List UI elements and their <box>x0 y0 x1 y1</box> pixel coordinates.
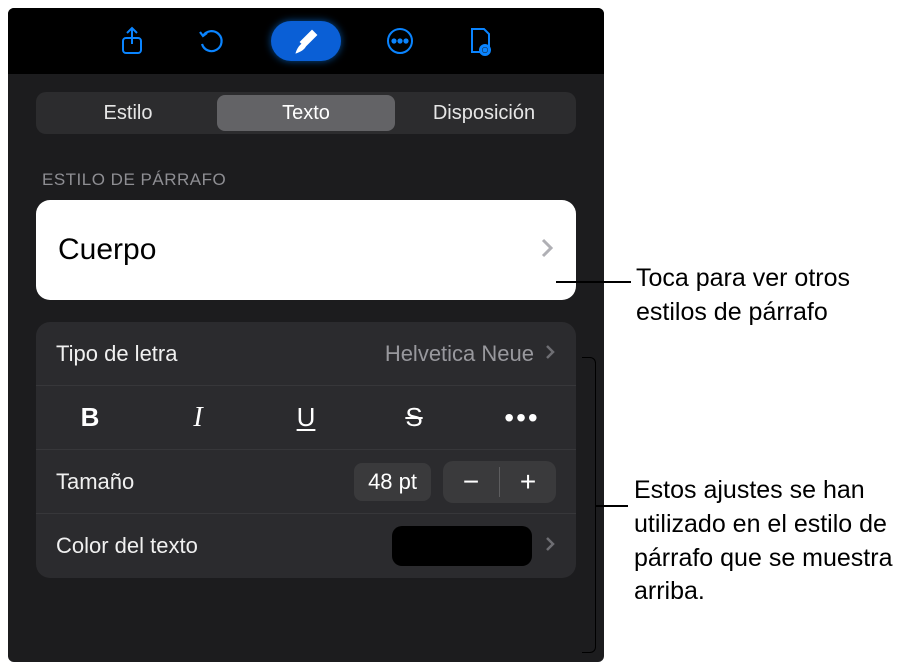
size-stepper: − + <box>443 461 556 503</box>
callout-bracket <box>582 357 596 653</box>
size-value[interactable]: 48 pt <box>354 463 431 501</box>
chevron-right-icon <box>544 533 556 559</box>
size-label: Tamaño <box>56 469 354 495</box>
font-value: Helvetica Neue <box>385 341 534 367</box>
text-settings-card: Tipo de letra Helvetica Neue B I U S •••… <box>36 322 576 578</box>
size-increase-button[interactable]: + <box>500 461 556 503</box>
more-icon[interactable] <box>379 20 421 62</box>
bold-button[interactable]: B <box>36 386 144 449</box>
more-format-button[interactable]: ••• <box>468 386 576 449</box>
callout-1: Toca para ver otros estilos de párrafo <box>636 262 906 330</box>
underline-button[interactable]: U <box>252 386 360 449</box>
paragraph-style-name: Cuerpo <box>58 233 156 267</box>
share-icon[interactable] <box>111 20 153 62</box>
font-label: Tipo de letra <box>56 341 385 367</box>
callout-2: Estos ajustes se han utilizado en el est… <box>634 474 910 609</box>
text-color-swatch[interactable] <box>392 526 532 566</box>
segmented-tabs-wrap: Estilo Texto Disposición <box>8 74 604 142</box>
text-color-row[interactable]: Color del texto <box>36 514 576 578</box>
paintbrush-icon[interactable] <box>271 21 341 61</box>
document-view-icon[interactable] <box>459 20 501 62</box>
size-decrease-button[interactable]: − <box>443 461 499 503</box>
top-toolbar <box>8 8 604 74</box>
undo-icon[interactable] <box>191 20 233 62</box>
tab-layout[interactable]: Disposición <box>395 95 573 131</box>
callout-line-2 <box>596 505 628 507</box>
font-row[interactable]: Tipo de letra Helvetica Neue <box>36 322 576 386</box>
tab-text[interactable]: Texto <box>217 95 395 131</box>
size-row: Tamaño 48 pt − + <box>36 450 576 514</box>
paragraph-style-header: ESTILO DE PÁRRAFO <box>8 142 604 200</box>
chevron-right-icon <box>540 237 554 264</box>
strikethrough-button[interactable]: S <box>360 386 468 449</box>
chevron-right-icon <box>544 341 556 367</box>
text-color-label: Color del texto <box>56 533 392 559</box>
italic-button[interactable]: I <box>144 386 252 449</box>
tab-style[interactable]: Estilo <box>39 95 217 131</box>
format-buttons-row: B I U S ••• <box>36 386 576 450</box>
paragraph-style-selector[interactable]: Cuerpo <box>36 200 576 300</box>
format-panel: Estilo Texto Disposición ESTILO DE PÁRRA… <box>8 8 604 662</box>
callout-line-1 <box>556 281 631 283</box>
segmented-tabs: Estilo Texto Disposición <box>36 92 576 134</box>
